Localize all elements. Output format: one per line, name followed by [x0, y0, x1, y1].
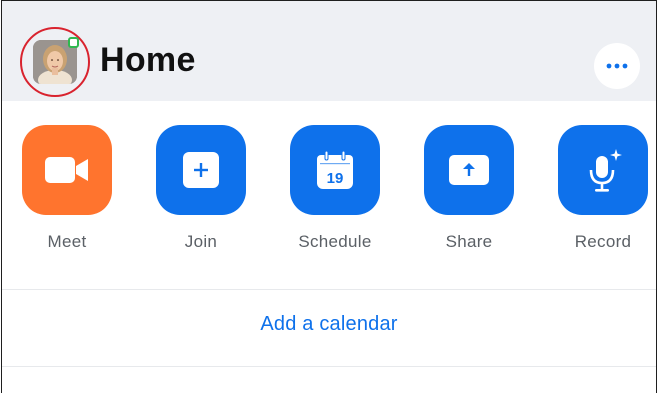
join-label: Join	[184, 232, 218, 251]
share-label: Share	[445, 232, 493, 251]
page-title: Home	[100, 41, 196, 79]
share-upload-icon	[449, 155, 489, 185]
calendar-day-number: 19	[327, 170, 344, 187]
schedule-button[interactable]: 19	[290, 125, 380, 215]
schedule-label: Schedule	[298, 232, 372, 251]
video-camera-icon	[45, 157, 88, 183]
ellipsis-icon	[606, 63, 628, 69]
plus-icon	[183, 152, 219, 188]
home-header: Home	[2, 1, 656, 101]
meet-button[interactable]	[22, 125, 112, 215]
microphone-icon	[589, 149, 622, 192]
section-divider	[2, 366, 656, 367]
join-action[interactable]: Join	[146, 125, 256, 265]
presence-status-icon	[68, 37, 79, 48]
share-button[interactable]	[424, 125, 514, 215]
add-calendar-link[interactable]: Add a calendar	[2, 313, 656, 336]
record-action[interactable]: Record	[548, 125, 656, 265]
meet-label: Meet	[47, 232, 87, 251]
schedule-action[interactable]: 19 Schedule	[280, 125, 390, 265]
meet-action[interactable]: Meet	[12, 125, 122, 265]
join-button[interactable]	[156, 125, 246, 215]
record-label: Record	[574, 232, 632, 251]
calendar-icon: 19	[317, 151, 353, 189]
record-button[interactable]	[558, 125, 648, 215]
more-options-button[interactable]	[594, 43, 640, 89]
section-divider	[2, 289, 656, 290]
app-window: Home Meet Join 19 Schedule Share Record …	[1, 0, 657, 393]
quick-actions: Meet Join 19 Schedule Share Record	[2, 125, 656, 265]
avatar-highlight-ring[interactable]	[20, 27, 90, 97]
share-action[interactable]: Share	[414, 125, 524, 265]
